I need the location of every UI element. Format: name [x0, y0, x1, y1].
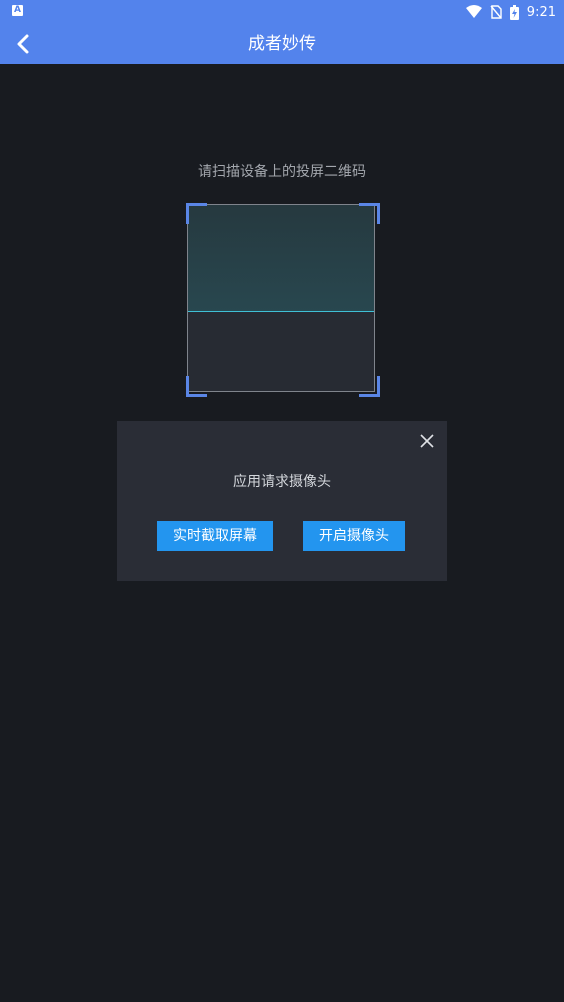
- status-bar: A 9:21: [0, 0, 564, 24]
- scan-corner-bottom-right: [359, 376, 380, 397]
- scan-corner-bottom-left: [186, 376, 207, 397]
- no-sim-icon: [490, 5, 502, 19]
- close-icon[interactable]: [419, 433, 435, 449]
- dialog-message: 应用请求摄像头: [233, 474, 331, 490]
- scan-glow: [188, 205, 374, 311]
- page-title: 成者妙传: [248, 34, 316, 54]
- open-camera-button[interactable]: 开启摄像头: [303, 521, 405, 551]
- battery-icon: [509, 4, 519, 20]
- clock: 9:21: [526, 4, 556, 20]
- scan-line: [188, 311, 374, 312]
- scan-hint: 请扫描设备上的投屏二维码: [198, 164, 366, 180]
- status-icons: 9:21: [465, 0, 556, 24]
- camera-permission-dialog: 应用请求摄像头 实时截取屏幕 开启摄像头: [117, 421, 447, 581]
- scan-corner-top-right: [359, 203, 380, 224]
- scan-frame: [187, 204, 375, 392]
- scan-corner-top-left: [186, 203, 207, 224]
- wifi-icon: [465, 5, 482, 18]
- capture-screen-button[interactable]: 实时截取屏幕: [157, 521, 273, 551]
- app-bar: 成者妙传: [0, 24, 564, 64]
- notification-icon: A: [12, 5, 23, 16]
